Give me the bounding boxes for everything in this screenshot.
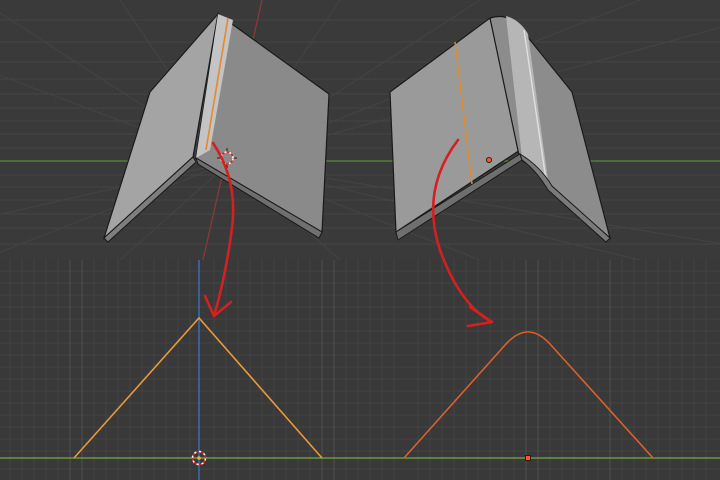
annotation-arrow-right [431,138,494,324]
blender-comparison-view [0,0,720,480]
annotation-arrowhead-right [466,305,494,328]
annotation-arrow-left [211,141,235,318]
annotation-overlay [203,138,494,328]
